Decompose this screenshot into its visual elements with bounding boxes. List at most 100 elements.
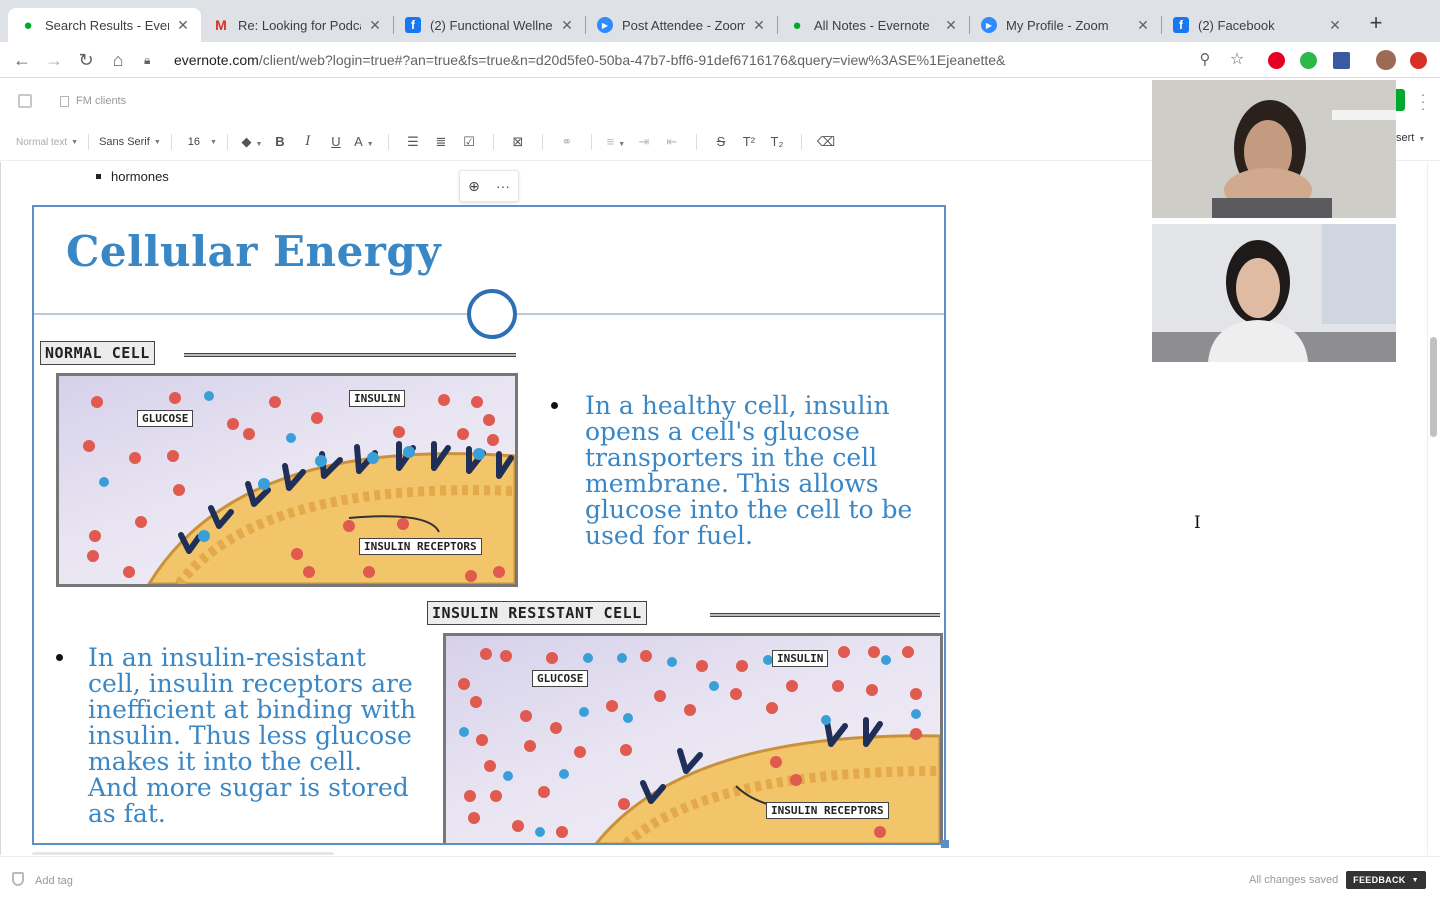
tab-title: Re: Looking for Podcas xyxy=(238,17,361,33)
slide-title: Cellular Energy xyxy=(66,227,442,276)
table-icon[interactable]: ⊠ xyxy=(507,132,529,152)
numbered-list-icon[interactable]: ≣ xyxy=(430,132,452,152)
close-icon[interactable]: ✕ xyxy=(943,17,959,34)
home-icon[interactable]: ⌂ xyxy=(106,48,130,72)
highlight-icon[interactable]: A ▼ xyxy=(353,132,375,152)
notebook-selector[interactable]: FM clients xyxy=(60,95,126,107)
insert-label: sert xyxy=(1396,132,1415,144)
header-rule xyxy=(710,613,940,617)
url-field[interactable]: 🔒︎ evernote.com/client/web?login=true#?a… xyxy=(144,46,1254,74)
font-size-label: 16 xyxy=(187,136,200,148)
horizontal-scrollbar[interactable] xyxy=(32,852,334,855)
tab-facebook[interactable]: f (2) Facebook ✕ xyxy=(1161,8,1353,42)
toolbar-divider xyxy=(387,134,389,150)
insert-dropdown[interactable]: sert ▼ xyxy=(1396,132,1425,144)
avatar[interactable] xyxy=(1376,50,1396,70)
gmail-icon: M xyxy=(215,17,227,33)
header-rule xyxy=(184,353,516,357)
scrollbar-thumb[interactable] xyxy=(1430,337,1437,437)
video-frame-1 xyxy=(1152,80,1396,218)
zoom-video-participant-1[interactable] xyxy=(1152,80,1396,218)
pinterest-extension-icon[interactable] xyxy=(1268,52,1285,69)
zoom-magnifier-icon[interactable]: ⚲ xyxy=(1193,48,1217,72)
tab-my-profile-zoom[interactable]: ▶ My Profile - Zoom ✕ xyxy=(969,8,1161,42)
bookmark-star-icon[interactable]: ☆ xyxy=(1225,48,1249,72)
expand-icon[interactable] xyxy=(18,94,32,108)
more-horizontal-icon[interactable]: ··· xyxy=(496,178,510,194)
back-icon[interactable]: ← xyxy=(10,48,34,72)
circle-ornament-icon xyxy=(467,289,517,339)
slide-bullet-icon xyxy=(551,402,558,409)
more-options-icon[interactable]: · · · xyxy=(1418,87,1428,115)
close-icon[interactable]: ✕ xyxy=(367,17,383,34)
outdent-icon[interactable]: ⇤ xyxy=(661,132,683,152)
clear-formatting-icon[interactable]: ⌫ xyxy=(815,132,837,152)
text-style-label: Normal text xyxy=(16,136,68,148)
insulin-receptors-label: INSULIN RECEPTORS xyxy=(766,802,889,819)
download-extension-icon[interactable] xyxy=(1333,52,1350,69)
close-icon[interactable]: ✕ xyxy=(559,17,575,34)
vertical-scrollbar[interactable] xyxy=(1427,162,1440,855)
tab-title: My Profile - Zoom xyxy=(1006,17,1109,33)
italic-icon[interactable]: I xyxy=(297,132,319,152)
reload-icon[interactable]: ↻ xyxy=(74,48,98,72)
url-host: evernote.com xyxy=(174,52,259,68)
tab-search-results-evernote[interactable]: ● Search Results - Everno ✕ xyxy=(8,8,201,42)
facebook-icon: f xyxy=(405,17,421,33)
toolbar-divider xyxy=(695,134,697,150)
link-icon[interactable]: ⚭ xyxy=(556,132,578,152)
toolbar-divider xyxy=(88,134,90,150)
indent-icon[interactable]: ⇥ xyxy=(633,132,655,152)
zoom-video-participant-2[interactable] xyxy=(1152,224,1396,362)
notebook-icon xyxy=(60,95,69,107)
align-icon[interactable]: ≡ ▼ xyxy=(605,132,627,152)
zoom-in-icon[interactable]: ⊕ xyxy=(468,178,480,195)
underline-icon[interactable]: U xyxy=(325,132,347,152)
tab-all-notes-evernote[interactable]: ● All Notes - Evernote ✕ xyxy=(777,8,969,42)
text-style-dropdown[interactable]: Normal text ▼ xyxy=(16,137,78,148)
zoom-icon: ▶ xyxy=(597,17,613,33)
bullet-list-icon[interactable]: ☰ xyxy=(402,132,424,152)
save-status: All changes saved xyxy=(1249,874,1339,886)
facebook-icon: f xyxy=(1173,17,1189,33)
tab-title: (2) Functional Wellness xyxy=(430,17,553,33)
add-tag-input[interactable]: Add tag xyxy=(35,875,73,887)
new-tab-button[interactable]: + xyxy=(1364,12,1388,36)
update-icon[interactable] xyxy=(1410,52,1427,69)
list-item[interactable]: hormones xyxy=(96,169,169,184)
font-dropdown[interactable]: Sans Serif ▼ xyxy=(99,136,161,148)
image-resize-handle[interactable] xyxy=(941,840,949,848)
toolbar-divider xyxy=(170,134,172,150)
share-button[interactable] xyxy=(1396,89,1405,111)
chevron-down-icon: ▼ xyxy=(1411,876,1419,884)
font-size-dropdown[interactable]: 16 ▼ xyxy=(188,136,217,148)
close-icon[interactable]: ✕ xyxy=(175,17,191,34)
strikethrough-icon[interactable]: S xyxy=(710,132,732,152)
close-icon[interactable]: ✕ xyxy=(751,17,767,34)
subscript-icon[interactable]: T₂ xyxy=(766,132,788,152)
checklist-icon[interactable]: ☑ xyxy=(458,132,480,152)
formatting-toolbar: Normal text ▼ Sans Serif ▼ 16 ▼ ◆ ▼ B I U A ▼… xyxy=(16,131,840,153)
text-color-icon[interactable]: ◆ ▼ xyxy=(241,132,263,152)
superscript-icon[interactable]: T² xyxy=(738,132,760,152)
feedback-button[interactable]: FEEDBACK ▼ xyxy=(1346,871,1426,889)
slide-bullet-icon xyxy=(56,654,63,661)
close-icon[interactable]: ✕ xyxy=(1135,17,1151,34)
tab-gmail[interactable]: M Re: Looking for Podcas ✕ xyxy=(201,8,393,42)
note-footer: Add tag All changes saved FEEDBACK ▼ xyxy=(0,856,1440,900)
insulin-resistant-cell-diagram: INSULIN GLUCOSE INSULIN RECEPTORS xyxy=(443,633,943,843)
tab-title: Post Attendee - Zoom xyxy=(622,17,745,33)
evernote-extension-icon[interactable] xyxy=(1300,52,1317,69)
bold-icon[interactable]: B xyxy=(269,132,291,152)
toolbar-divider xyxy=(590,134,592,150)
toolbar-divider xyxy=(541,134,543,150)
glucose-label: GLUCOSE xyxy=(137,410,194,427)
close-icon[interactable]: ✕ xyxy=(1327,17,1343,34)
forward-icon[interactable]: → xyxy=(42,48,66,72)
tab-functional-wellness[interactable]: f (2) Functional Wellness ✕ xyxy=(393,8,585,42)
insulin-label: INSULIN xyxy=(349,390,406,407)
tab-post-attendee-zoom[interactable]: ▶ Post Attendee - Zoom ✕ xyxy=(585,8,777,42)
tab-title: All Notes - Evernote xyxy=(814,17,930,33)
slide-image[interactable]: Cellular Energy NORMAL CELL INSULIN GLUC… xyxy=(32,205,946,845)
text-cursor-icon: I xyxy=(1194,513,1201,533)
